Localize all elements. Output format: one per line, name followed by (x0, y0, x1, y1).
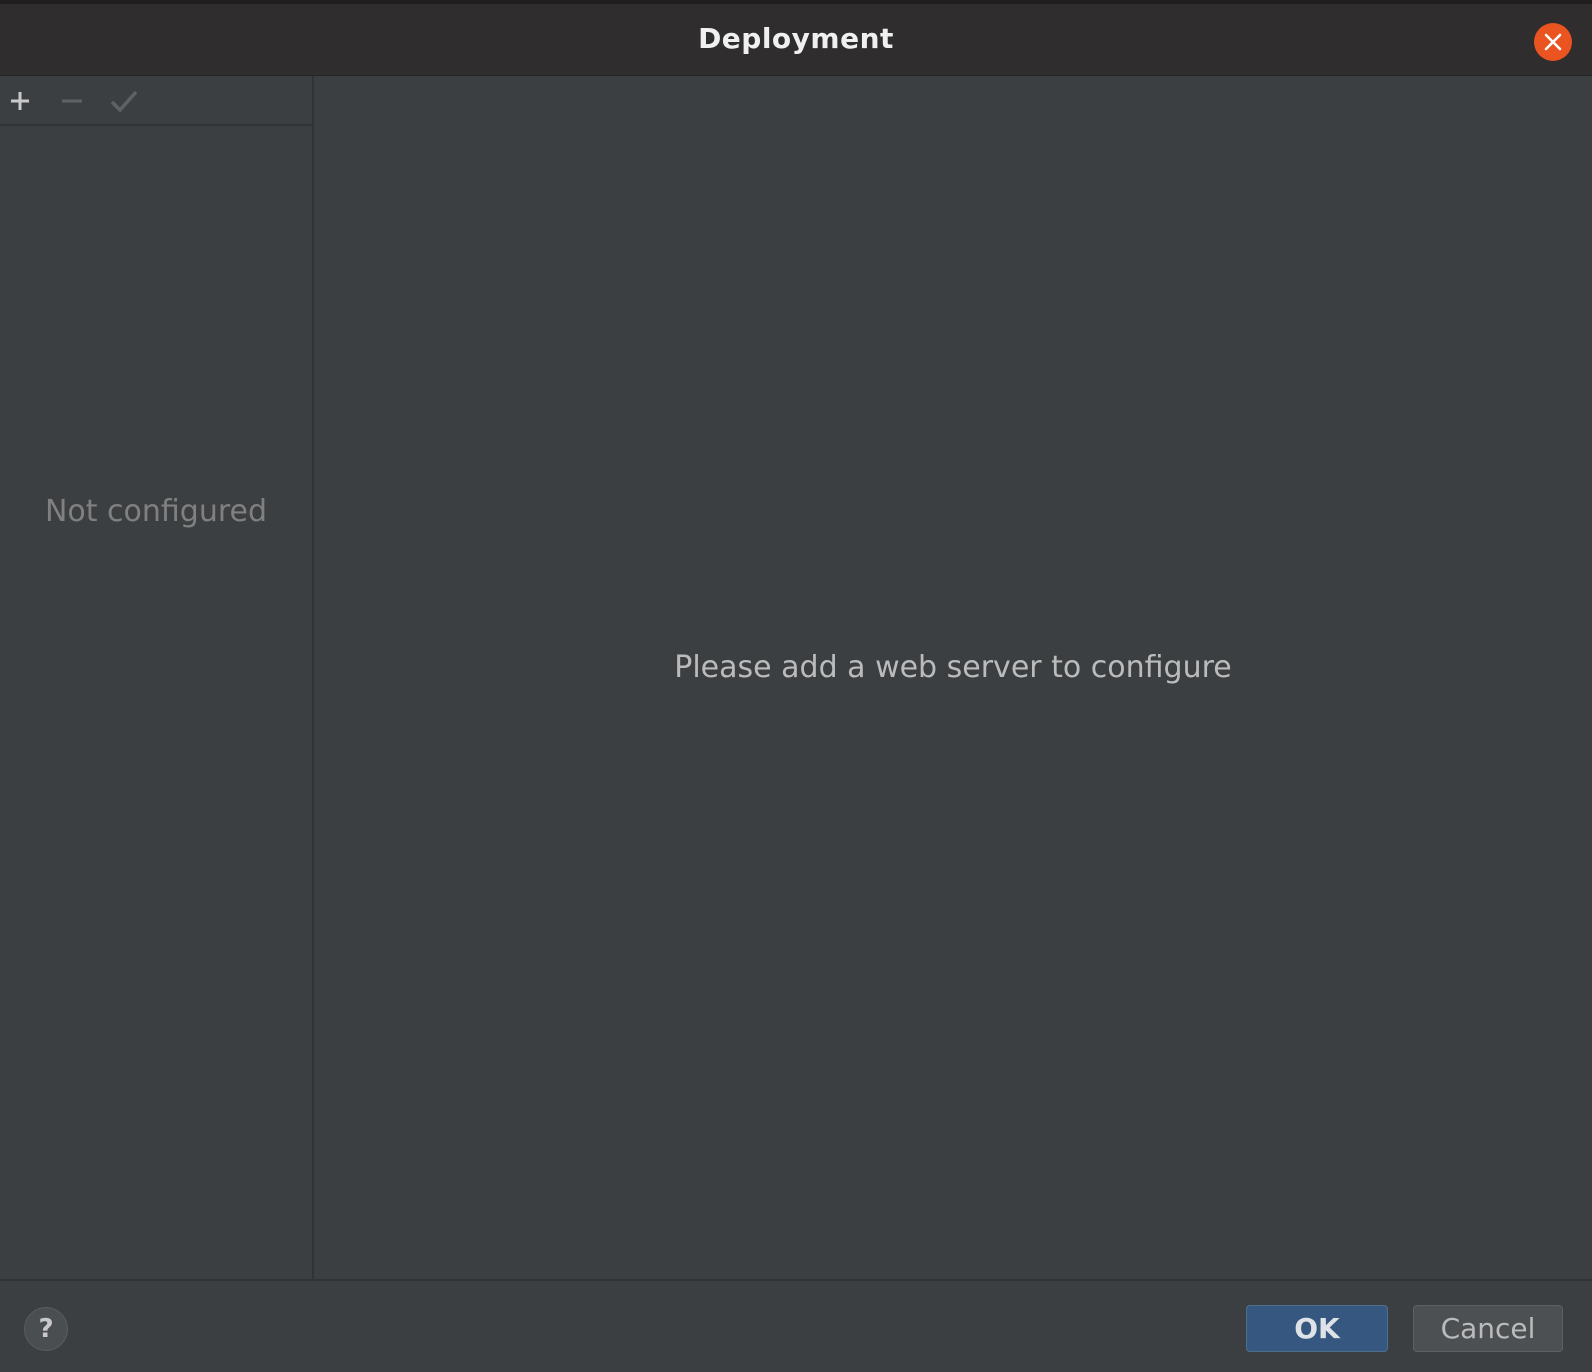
server-list-toolbar (0, 76, 312, 126)
remove-icon (62, 99, 82, 103)
server-config-panel: Please add a web server to configure (314, 76, 1592, 1279)
close-icon (1544, 33, 1562, 51)
ok-button[interactable]: OK (1246, 1305, 1388, 1352)
add-icon (11, 92, 29, 110)
set-default-server-button[interactable] (107, 84, 141, 118)
dialog-title: Deployment (698, 22, 894, 55)
config-empty-text: Please add a web server to configure (674, 650, 1232, 685)
dialog-footer: ? OK Cancel (0, 1279, 1592, 1372)
close-button[interactable] (1534, 23, 1572, 61)
server-list-empty-text: Not configured (44, 494, 268, 529)
remove-server-button[interactable] (55, 84, 89, 118)
title-bar: Deployment (0, 0, 1592, 76)
check-icon (110, 90, 138, 113)
add-server-button[interactable] (3, 84, 37, 118)
server-list-panel: Not configured (0, 76, 314, 1279)
cancel-button[interactable]: Cancel (1413, 1305, 1563, 1352)
deployment-dialog: Deployment Not configured Please add a w… (0, 0, 1592, 1372)
help-button[interactable]: ? (24, 1307, 68, 1351)
